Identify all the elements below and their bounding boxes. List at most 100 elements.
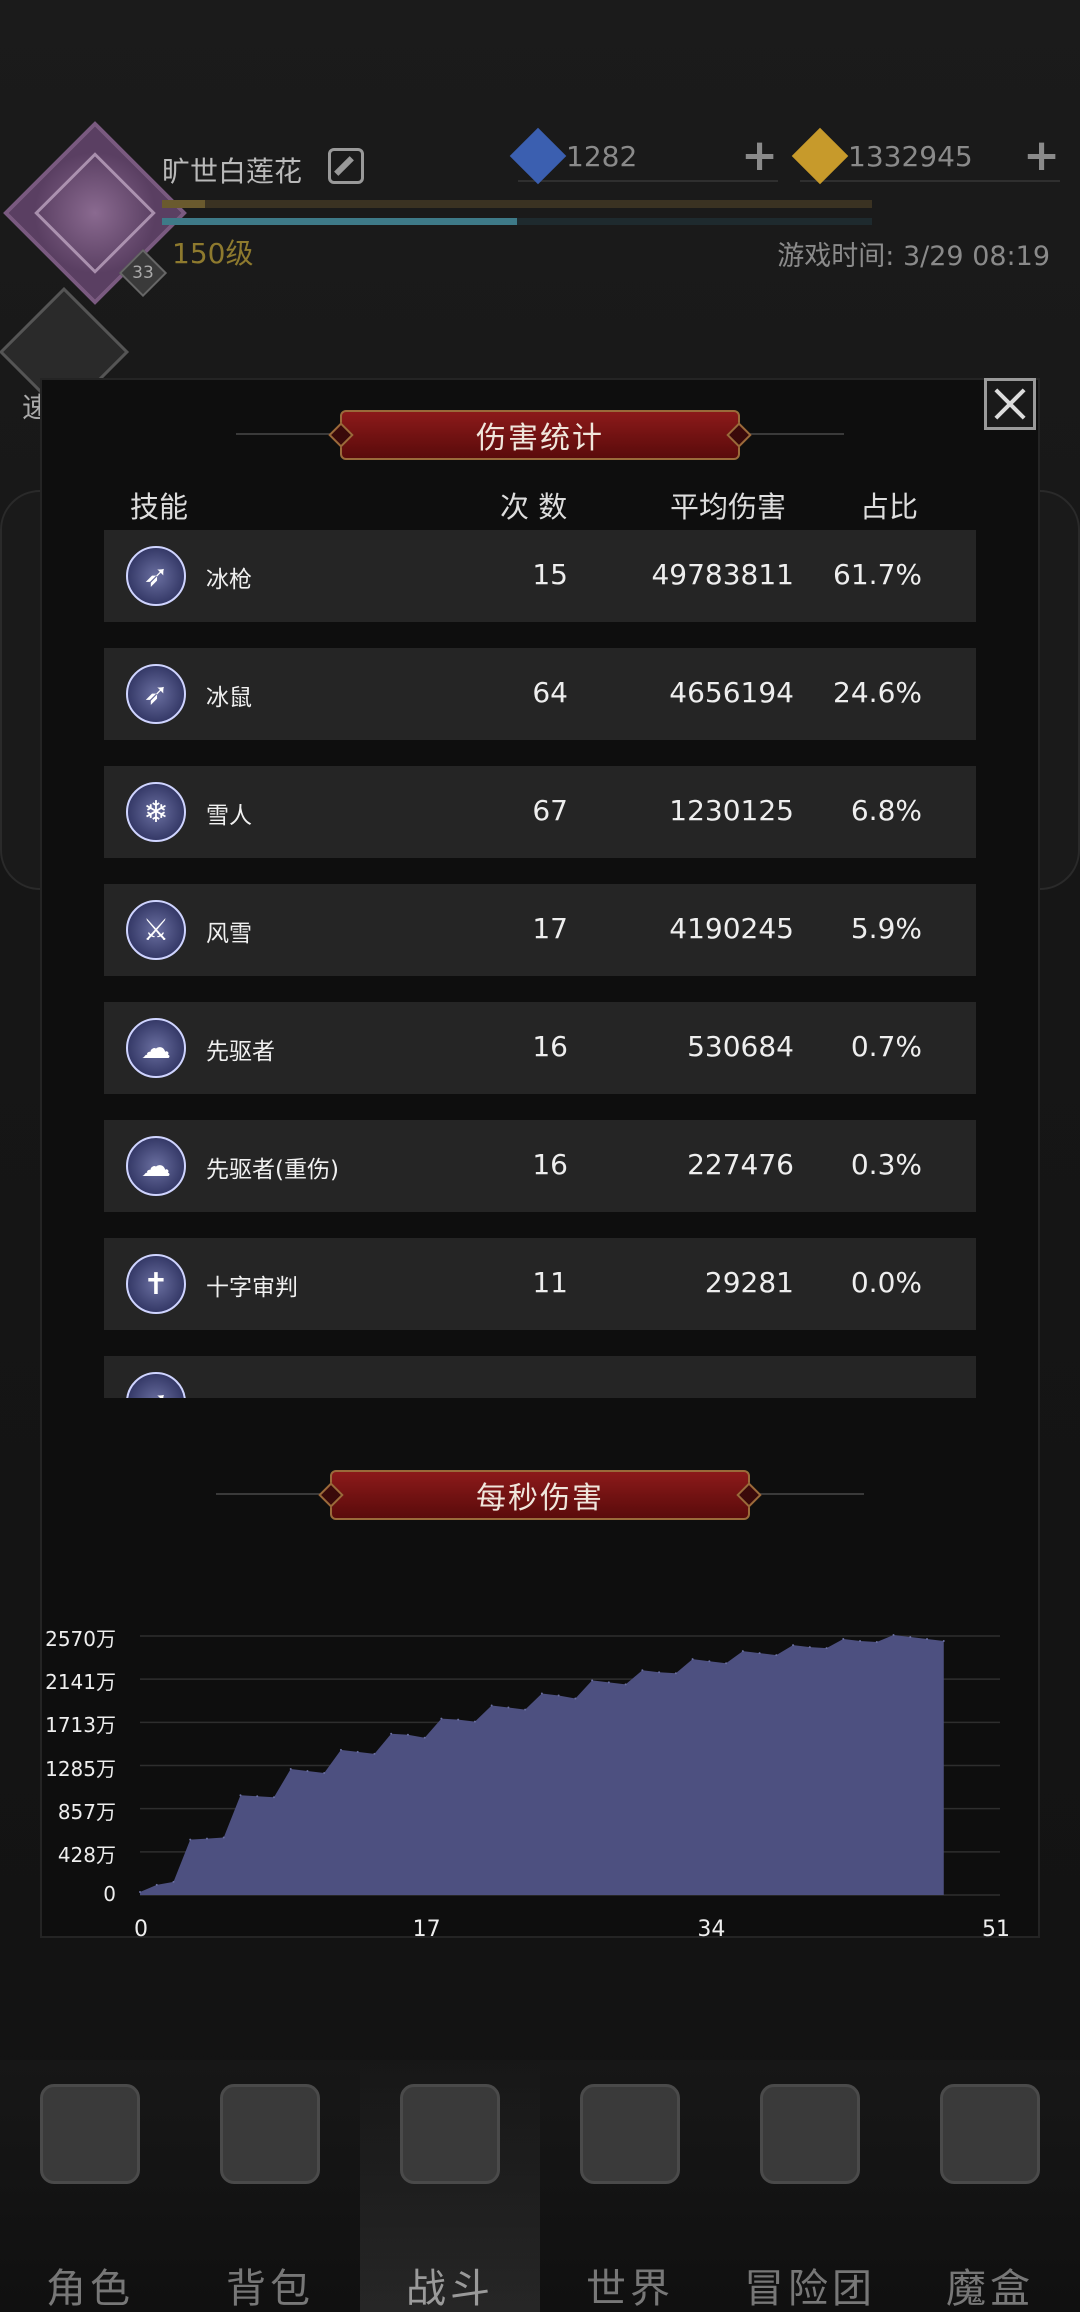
skill-percent: 0.3%	[850, 1148, 922, 1181]
skill-avg-damage: 4190245	[669, 912, 794, 945]
y-tick-label: 2570万	[45, 1627, 116, 1651]
currency-blue-gem: 1282 +	[509, 127, 778, 185]
player-name: 旷世白莲花	[162, 155, 303, 188]
dps-data-point	[808, 1646, 811, 1649]
nav-item[interactable]: 世界	[540, 2060, 720, 2312]
snowflake-icon: ❄	[126, 782, 186, 842]
skill-row: ☁ 先驱者 16 530684 0.7%	[104, 1002, 976, 1094]
sword-shield-icon	[400, 2084, 500, 2184]
dps-data-point	[256, 1795, 259, 1798]
dps-title: 每秒伤害	[476, 1481, 604, 1516]
dps-data-point	[708, 1660, 711, 1663]
dps-data-point	[390, 1732, 393, 1735]
dps-data-point	[758, 1652, 761, 1655]
y-tick-label: 857万	[57, 1799, 116, 1824]
skill-name: 先驱者	[206, 1039, 275, 1065]
gold-gem-icon	[791, 127, 849, 185]
nav-item[interactable]: 战斗	[360, 2060, 540, 2312]
skill-count: 16	[532, 1030, 568, 1063]
xp-bar-fill	[162, 200, 205, 208]
dps-data-point	[574, 1697, 577, 1700]
dps-divider-right	[754, 1493, 864, 1495]
dps-data-point	[875, 1641, 878, 1644]
dps-data-point	[406, 1733, 409, 1736]
title-divider-right	[744, 433, 844, 435]
dps-chart-svg	[139, 1633, 1000, 1896]
y-tick-label: 1713万	[45, 1713, 116, 1738]
skill-name: 风雪	[206, 921, 252, 947]
dps-data-point	[356, 1750, 359, 1753]
table-header: 技能 次 数 平均伤害 占比	[0, 484, 1080, 524]
dps-data-point	[239, 1794, 242, 1797]
dps-data-point	[741, 1650, 744, 1653]
mushroom-cloud-icon: ☁	[126, 1018, 186, 1078]
dps-data-point	[607, 1681, 610, 1684]
skill-count: 67	[532, 794, 568, 827]
nav-item[interactable]: 冒险团	[720, 2060, 900, 2312]
dps-title-banner: 每秒伤害	[330, 1470, 750, 1520]
skill-avg-damage: 49783811	[651, 558, 794, 591]
nav-item[interactable]: 角色	[0, 2060, 180, 2312]
dps-data-point	[859, 1640, 862, 1643]
skill-avg-damage: 4656194	[669, 676, 794, 709]
dps-data-point	[691, 1658, 694, 1661]
arrows-icon: ➶	[126, 1372, 186, 1398]
bottom-nav: 角色 背包 战斗 世界 冒险团 魔盒	[0, 2060, 1080, 2312]
dps-data-point	[591, 1679, 594, 1682]
skill-percent: 5.9%	[850, 912, 922, 945]
dps-data-point	[272, 1796, 275, 1799]
dps-data-point	[842, 1638, 845, 1641]
close-button[interactable]	[984, 378, 1036, 430]
modal-title-banner: 伤害统计	[340, 410, 740, 460]
dps-data-point	[289, 1768, 292, 1771]
nav-label: 战斗	[406, 2266, 494, 2312]
skill-percent: 61.7%	[833, 558, 922, 591]
column-skill: 技能	[130, 490, 189, 524]
modal-title: 伤害统计	[476, 421, 604, 456]
skill-percent: 24.6%	[833, 676, 922, 709]
game-time: 游戏时间: 3/29 08:19	[777, 241, 1050, 272]
edit-name-icon[interactable]	[328, 148, 364, 184]
dps-data-point	[909, 1636, 912, 1639]
nav-item[interactable]: 背包	[180, 2060, 360, 2312]
skill-percent: 6.8%	[850, 794, 922, 827]
castle-icon	[760, 2084, 860, 2184]
x-tick-label: 34	[697, 1917, 726, 1942]
column-avg-damage: 平均伤害	[670, 490, 787, 524]
skill-count: 64	[532, 676, 568, 709]
skill-count: 15	[532, 558, 568, 591]
dps-data-point	[825, 1647, 828, 1650]
nav-item[interactable]: 魔盒	[900, 2060, 1080, 2312]
add-gold-gem-button[interactable]: +	[1023, 134, 1060, 178]
dps-data-point	[892, 1633, 895, 1636]
skill-name: 十字审判	[206, 1275, 298, 1301]
x-tick-label: 51	[982, 1917, 1010, 1942]
skill-avg-damage: 29281	[704, 1266, 794, 1299]
dps-chart: 0 428万 857万 1285万 1713万 2141万 2570万 0 17 34 51	[0, 1600, 1080, 1960]
dps-data-point	[540, 1692, 543, 1695]
energy-bar-fill	[162, 218, 517, 225]
nav-label: 世界	[586, 2266, 674, 2312]
skill-count: 16	[532, 1148, 568, 1181]
energy-bar	[162, 218, 872, 225]
dps-data-point	[775, 1654, 778, 1657]
skill-row: ❄ 雪人 67 1230125 6.8%	[104, 766, 976, 858]
dps-data-point	[524, 1708, 527, 1711]
y-tick-label: 0	[103, 1882, 116, 1906]
nav-label: 冒险团	[744, 2266, 876, 2312]
blue-gem-amount: 1282	[566, 140, 638, 173]
x-tick-label: 17	[412, 1917, 441, 1942]
map-scroll-icon	[580, 2084, 680, 2184]
banner-cross-icon: ✝	[126, 1254, 186, 1314]
skill-row: ✝ 十字审判 11 29281 0.0%	[104, 1238, 976, 1330]
dps-data-point	[507, 1706, 510, 1709]
dps-data-point	[155, 1883, 158, 1886]
skill-row: ➶ 冰鼠 64 4656194 24.6%	[104, 648, 976, 740]
x-tick-label: 0	[134, 1917, 148, 1942]
skill-damage-list[interactable]: ➶ 冰枪 15 49783811 61.7% ➶ 冰鼠 64 4656194 24.6% ❄ 雪人 67…	[104, 530, 976, 1398]
dps-data-point	[323, 1772, 326, 1775]
add-blue-gem-button[interactable]: +	[741, 134, 778, 178]
y-tick-label: 2141万	[45, 1670, 116, 1695]
dps-data-point	[490, 1704, 493, 1707]
dps-data-point	[624, 1683, 627, 1686]
